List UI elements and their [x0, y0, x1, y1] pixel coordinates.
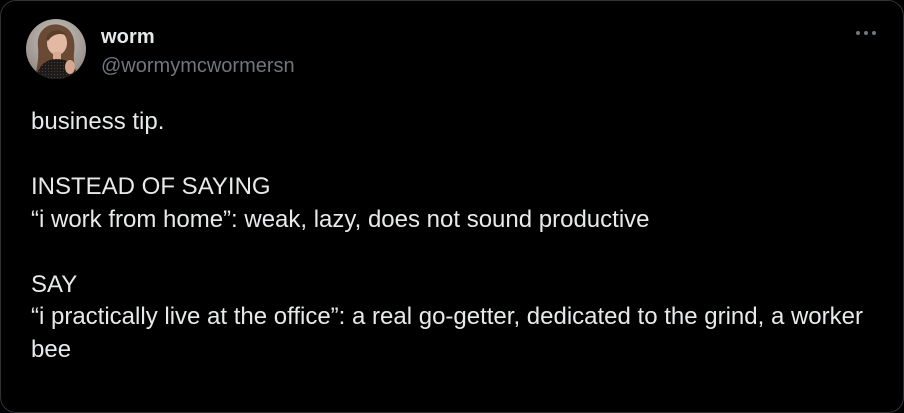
more-options-button[interactable]	[851, 21, 881, 45]
more-horizontal-icon-dot	[872, 31, 876, 35]
tweet-line: SAY	[31, 270, 78, 298]
more-horizontal-icon	[856, 31, 860, 35]
tweet-line: “i work from home”: weak, lazy, does not…	[31, 205, 650, 233]
display-name[interactable]: worm	[101, 25, 295, 49]
tweet-line: business tip.	[31, 108, 165, 135]
avatar-image	[26, 19, 86, 79]
more-horizontal-icon-dot	[864, 31, 868, 35]
tweet-line: INSTEAD OF SAYING	[31, 173, 271, 200]
tweet-card[interactable]: worm @wormymcwormersn business tip. INST…	[0, 0, 904, 413]
line-break	[31, 139, 881, 172]
tweet-header: worm @wormymcwormersn	[26, 19, 295, 83]
tweet-text: business tip. INSTEAD OF SAYING “i work …	[31, 106, 881, 366]
avatar[interactable]	[26, 19, 86, 79]
line-break	[31, 236, 881, 269]
tweet-line: “i practically live at the office”: a re…	[31, 303, 863, 363]
author-names: worm @wormymcwormersn	[101, 25, 295, 79]
handle[interactable]: @wormymcwormersn	[101, 53, 295, 79]
